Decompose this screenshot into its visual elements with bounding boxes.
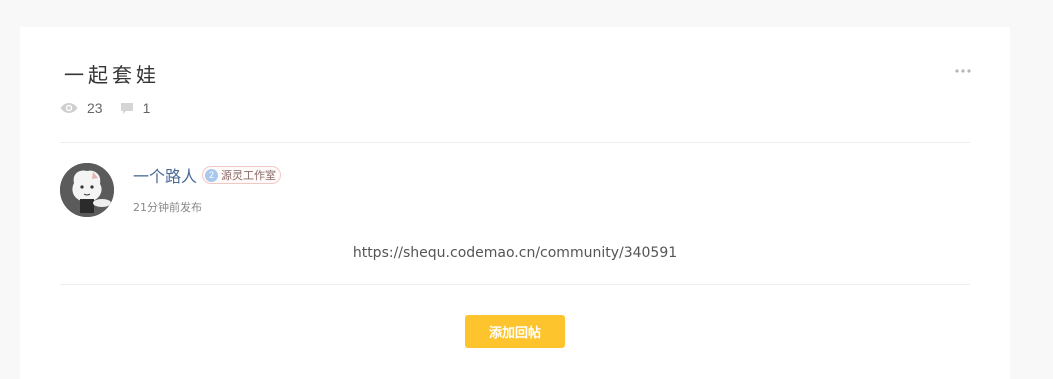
comment-count: 1: [120, 100, 151, 116]
content-divider: [60, 284, 970, 285]
comment-count-value: 1: [142, 100, 151, 116]
studio-name: 源灵工作室: [221, 169, 277, 182]
eye-icon: [60, 102, 78, 114]
studio-badge[interactable]: 2 源灵工作室: [202, 166, 282, 184]
add-reply-button[interactable]: 添加回帖: [465, 315, 565, 348]
comment-icon: [120, 102, 134, 115]
view-count-value: 23: [87, 100, 103, 116]
post-content[interactable]: https://shequ.codemao.cn/community/34059…: [20, 245, 1010, 261]
post-card: 一起套娃 23 1 一个路人 2 源灵工作室 21分钟前发布 https://s…: [20, 27, 1010, 379]
post-title: 一起套娃: [64, 63, 160, 87]
studio-level-badge: 2: [205, 168, 219, 182]
post-time: 21分钟前发布: [133, 201, 202, 214]
avatar[interactable]: [60, 163, 114, 217]
view-count: 23: [60, 100, 103, 116]
author-line: 一个路人 2 源灵工作室: [133, 163, 282, 187]
post-stats: 23 1: [60, 99, 150, 117]
header-divider: [60, 142, 970, 143]
author-name-link[interactable]: 一个路人: [133, 163, 197, 187]
more-options-button[interactable]: [948, 61, 978, 77]
ellipsis-icon: [955, 60, 971, 78]
